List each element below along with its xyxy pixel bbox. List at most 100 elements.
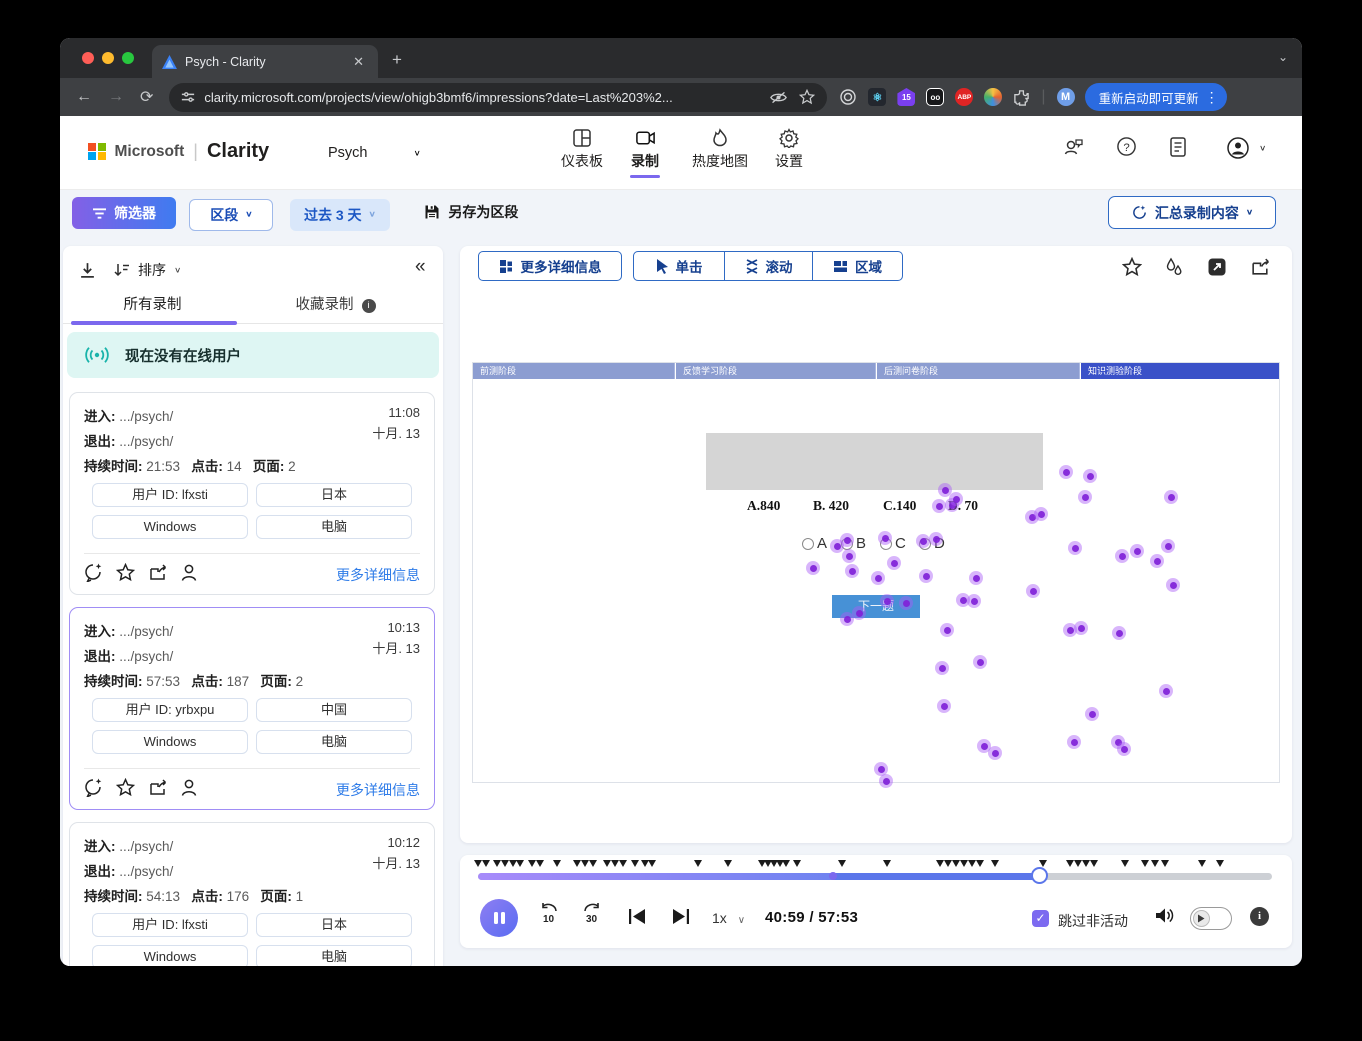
new-tab-button[interactable]: + [392, 50, 402, 70]
timeline-handle[interactable] [1031, 867, 1048, 884]
color-extension-icon[interactable] [984, 88, 1002, 106]
click-dot [1115, 549, 1129, 563]
scroll-overlay-button[interactable]: 滚动 [725, 251, 813, 281]
help-icon[interactable]: ? [1116, 136, 1137, 157]
chevron-down-icon: ∨ [174, 266, 181, 275]
favorite-star-icon[interactable] [116, 778, 135, 797]
back-icon[interactable]: ← [76, 88, 92, 106]
skip-forward-button[interactable]: 30 [581, 903, 603, 924]
sort-control[interactable]: 排序 ∨ [113, 260, 181, 280]
volume-icon[interactable] [1155, 906, 1176, 925]
collapse-sidebar-icon[interactable]: « [415, 256, 426, 278]
skip-inactivity-checkbox[interactable]: ✓ [1032, 910, 1049, 927]
update-chrome-button[interactable]: 重新启动即可更新 ⋮ [1085, 83, 1227, 111]
nav-recordings[interactable]: 录制 [613, 128, 677, 178]
popout-player-icon[interactable] [1207, 257, 1227, 277]
eye-slash-icon[interactable] [770, 90, 787, 105]
bookmark-star-icon[interactable] [799, 89, 815, 105]
dashboard-icon [572, 128, 592, 148]
more-details-link[interactable]: 更多详细信息 [336, 780, 420, 800]
profile-avatar[interactable]: M [1057, 88, 1075, 106]
filters-button[interactable]: 筛选器 [72, 197, 176, 229]
project-selector[interactable]: Psych ∨ [328, 145, 421, 161]
country-chip[interactable]: 日本 [256, 483, 412, 507]
zoom-window-button[interactable] [122, 52, 134, 64]
summarize-recordings-button[interactable]: 汇总录制内容 ∨ [1108, 196, 1276, 229]
hide-clicks-icon[interactable] [1164, 257, 1184, 277]
feedback-icon[interactable] [1063, 136, 1085, 158]
skip-back-label: 10 [543, 914, 554, 925]
segments-button[interactable]: 区段 ∨ [189, 199, 273, 231]
minimize-window-button[interactable] [102, 52, 114, 64]
user-id-chip[interactable]: 用户 ID: lfxsti [92, 483, 248, 507]
account-menu[interactable]: ∨ [1226, 136, 1266, 160]
purple-extension-icon[interactable]: 15 [897, 88, 915, 106]
clicks-value: 14 [227, 459, 242, 474]
area-overlay-button[interactable]: 区域 [813, 251, 903, 281]
pause-button[interactable] [480, 899, 518, 937]
playback-speed-selector[interactable]: 1x ∨ [712, 910, 745, 926]
traffic-lights[interactable] [82, 52, 134, 64]
share-icon[interactable] [148, 563, 168, 582]
docs-icon[interactable] [1168, 136, 1188, 158]
extensions-puzzle-icon[interactable] [1013, 89, 1030, 106]
date-range-button[interactable]: 过去 3 天 ∨ [290, 199, 390, 231]
user-icon[interactable] [180, 563, 198, 582]
close-window-button[interactable] [82, 52, 94, 64]
player-info-icon[interactable]: i [1250, 907, 1269, 926]
scroll-icon [745, 259, 759, 274]
os-chip[interactable]: Windows [92, 945, 248, 966]
os-chip[interactable]: Windows [92, 515, 248, 539]
tab-all-recordings[interactable]: 所有录制 [65, 286, 240, 324]
save-segment-button[interactable]: 另存为区段 [424, 202, 518, 222]
timeline-track[interactable] [478, 873, 1272, 880]
previous-session-button[interactable] [628, 908, 646, 925]
nav-dashboard[interactable]: 仪表板 [550, 128, 614, 171]
recording-card[interactable]: 进入: .../psych/ 11:08 退出: .../psych/ 十月. … [69, 392, 435, 595]
share-recording-icon[interactable] [1250, 257, 1271, 277]
more-details-label: 更多详细信息 [521, 256, 602, 276]
nav-settings[interactable]: 设置 [757, 128, 821, 171]
blocks-icon [499, 259, 514, 274]
forward-icon[interactable]: → [108, 88, 124, 106]
user-id-chip[interactable]: 用户 ID: lfxsti [92, 913, 248, 937]
active-tab-underline [71, 321, 237, 325]
country-chip[interactable]: 中国 [256, 698, 412, 722]
duration-label: 持续时间: [84, 889, 143, 904]
click-overlay-button[interactable]: 单击 [633, 251, 725, 281]
summarize-chat-icon[interactable] [84, 778, 104, 797]
dots-extension-icon[interactable]: oo [926, 88, 944, 106]
address-bar[interactable]: clarity.microsoft.com/projects/view/ohig… [169, 83, 827, 112]
browser-menu-icon[interactable]: ⋮ [1205, 89, 1219, 106]
reload-icon[interactable]: ⟳ [140, 87, 153, 107]
more-details-button[interactable]: 更多详细信息 [478, 251, 622, 281]
recording-card-selected[interactable]: 进入: .../psych/ 10:13 退出: .../psych/ 十月. … [69, 607, 435, 810]
country-chip[interactable]: 日本 [256, 913, 412, 937]
share-icon[interactable] [148, 778, 168, 797]
copilot-sparkle-icon [1131, 204, 1148, 221]
browser-tab[interactable]: Psych - Clarity ✕ [152, 45, 378, 78]
user-id-chip[interactable]: 用户 ID: yrbxpu [92, 698, 248, 722]
next-session-button[interactable] [672, 908, 690, 925]
nav-heatmaps[interactable]: 热度地图 [682, 128, 758, 171]
site-settings-icon[interactable] [181, 90, 195, 104]
device-chip[interactable]: 电脑 [256, 515, 412, 539]
target-extension-icon[interactable] [839, 88, 857, 106]
autoplay-toggle[interactable] [1190, 907, 1232, 930]
os-chip[interactable]: Windows [92, 730, 248, 754]
device-chip[interactable]: 电脑 [256, 945, 412, 966]
star-icon[interactable] [1122, 257, 1142, 277]
tab-close-icon[interactable]: ✕ [349, 54, 368, 70]
tab-search-chevron-icon[interactable]: ⌄ [1278, 50, 1288, 64]
react-devtools-icon[interactable]: ⚛ [868, 88, 886, 106]
favorite-star-icon[interactable] [116, 563, 135, 582]
recording-card[interactable]: 进入: .../psych/ 10:12 退出: .../psych/ 十月. … [69, 822, 435, 966]
user-icon[interactable] [180, 778, 198, 797]
skip-back-button[interactable]: 10 [538, 903, 560, 924]
more-details-link[interactable]: 更多详细信息 [336, 565, 420, 585]
tab-favorite-recordings[interactable]: 收藏录制 i [248, 286, 423, 324]
summarize-chat-icon[interactable] [84, 563, 104, 582]
adblock-plus-icon[interactable]: ABP [955, 88, 973, 106]
device-chip[interactable]: 电脑 [256, 730, 412, 754]
download-icon[interactable] [79, 262, 96, 279]
